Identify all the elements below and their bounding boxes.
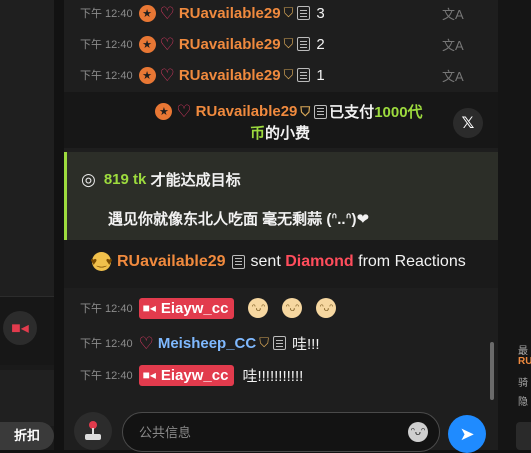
tip-amount-line2: 币 xyxy=(250,125,266,142)
message-time: 下午 12:40 xyxy=(80,338,133,350)
document-icon xyxy=(272,336,286,350)
chat-message: 下午 12:40 ★ ♡ RUavailable29 ⛉ 2 xyxy=(80,31,325,57)
goal-card: ◎ 819 tk 才能达成目标 遇见你就像东北人吃面 毫无剩蒜 (ᐢ..ᐢ)❤ xyxy=(64,152,498,240)
shield-icon: ⛉ xyxy=(300,103,311,119)
tip-username[interactable]: RUavailable29 xyxy=(196,103,298,120)
message-time: 下午 12:40 xyxy=(80,39,133,51)
message-text: 哇!!! xyxy=(291,335,320,353)
star-icon: ★ xyxy=(138,4,156,22)
message-time: 下午 12:40 xyxy=(80,303,133,315)
message-time: 下午 12:40 xyxy=(80,370,133,382)
smile-emoji: ᵔᴗᵔ xyxy=(248,298,269,318)
chat-message: 下午 12:40 ■◂ Eiayw_cc ᵔᴗᵔ ᵔᴗᵔ ᵔᴗᵔ xyxy=(80,295,350,321)
gift-notification: ♥‿♥ RUavailable29 sent Diamond from Reac… xyxy=(64,240,498,288)
gift-sent: sent xyxy=(250,252,281,270)
diamond-icon: ♡ xyxy=(159,3,175,23)
goal-description: 遇见你就像东北人吃面 毫无剩蒜 (ᐢ..ᐢ)❤ xyxy=(108,211,370,228)
shield-icon: ⛉ xyxy=(259,335,269,350)
tip-amount: 1000代 xyxy=(374,104,423,121)
shield-icon: ⛉ xyxy=(283,5,294,20)
document-icon xyxy=(231,254,245,269)
chat-input[interactable] xyxy=(122,412,440,452)
shield-icon: ⛉ xyxy=(283,36,294,51)
left-panel-upper xyxy=(0,0,54,297)
joystick-button[interactable] xyxy=(74,412,112,450)
shield-icon: ⛉ xyxy=(283,67,294,82)
gift-username[interactable]: RUavailable29 xyxy=(117,253,226,271)
left-panel: ■◂ 折扣 xyxy=(0,0,54,450)
right-panel: 最 RU 骑 隐 xyxy=(498,0,531,450)
send-button[interactable]: ➤ xyxy=(448,415,486,453)
x-logo-icon[interactable]: 𝕏 xyxy=(453,108,483,138)
camera-icon: ■◂ xyxy=(11,320,29,337)
host-username-badge[interactable]: ■◂ Eiayw_cc xyxy=(138,364,235,386)
message-time: 下午 12:40 xyxy=(80,8,133,20)
goal-amount: 819 tk xyxy=(103,171,147,188)
tip-text-after: 的小费 xyxy=(265,125,311,142)
message-text: 1 xyxy=(316,66,325,84)
star-icon: ★ xyxy=(138,35,156,53)
gift-item: Diamond xyxy=(285,252,354,270)
left-panel-lower xyxy=(0,370,54,426)
chat-scrollbar[interactable] xyxy=(490,342,494,400)
translate-icon[interactable]: 文A xyxy=(442,4,464,23)
message-text: 2 xyxy=(316,35,325,53)
username[interactable]: Meisheep_CC xyxy=(158,335,256,352)
chat-message: 下午 12:40 ★ ♡ RUavailable29 ⛉ 1 xyxy=(80,62,325,88)
diamond-icon: ♡ xyxy=(159,34,175,54)
document-icon xyxy=(297,68,311,82)
chat-message: 下午 12:40 ♡ Meisheep_CC ⛉ 哇!!! xyxy=(80,330,320,356)
diamond-icon: ♡ xyxy=(159,65,175,85)
camera-button[interactable]: ■◂ xyxy=(3,311,37,345)
username[interactable]: RUavailable29 xyxy=(179,67,281,84)
right-panel-text: 最 xyxy=(518,346,528,357)
discount-button[interactable]: 折扣 xyxy=(0,422,54,450)
host-username-badge[interactable]: ■◂ Eiayw_cc xyxy=(138,297,235,319)
heart-eyes-emoji: ♥‿♥ xyxy=(91,252,112,271)
star-icon: ★ xyxy=(138,66,156,84)
joystick-icon xyxy=(85,421,101,440)
right-panel-text: 骑 xyxy=(518,378,528,389)
username[interactable]: RUavailable29 xyxy=(179,5,281,22)
send-icon: ➤ xyxy=(459,423,475,444)
message-text: 哇!!!!!!!!!!! xyxy=(242,367,304,385)
translate-icon[interactable]: 文A xyxy=(442,35,464,54)
right-panel-button[interactable] xyxy=(516,422,531,450)
username: Eiayw_cc xyxy=(160,299,229,317)
camera-icon: ■◂ xyxy=(142,368,156,382)
message-time: 下午 12:40 xyxy=(80,70,133,82)
target-icon: ◎ xyxy=(81,169,96,189)
tip-notification: ★ ♡ RUavailable29 ⛉ 已支付 1000代 币的小费 xyxy=(64,92,498,148)
document-icon xyxy=(297,6,311,20)
star-icon: ★ xyxy=(155,103,173,120)
username: Eiayw_cc xyxy=(160,366,229,384)
right-panel-text: 隐 xyxy=(518,397,528,408)
chat-panel: 下午 12:40 ★ ♡ RUavailable29 ⛉ 3 文A 下午 12:… xyxy=(64,0,498,453)
goal-text: 才能达成目标 xyxy=(150,172,241,189)
gift-from: from Reactions xyxy=(358,252,466,270)
right-panel-username: RU xyxy=(518,356,531,367)
emoji-icon[interactable]: ᵔᴗᵔ xyxy=(408,422,428,442)
chat-input-bar: ᵔᴗᵔ ➤ xyxy=(64,402,498,453)
message-text: 3 xyxy=(316,4,325,22)
camera-icon: ■◂ xyxy=(142,301,156,315)
document-icon xyxy=(297,37,311,51)
tip-text-before: 已支付 xyxy=(329,104,375,121)
smile-emoji: ᵔᴗᵔ xyxy=(282,298,303,318)
username[interactable]: RUavailable29 xyxy=(179,36,281,53)
translate-icon[interactable]: 文A xyxy=(442,66,464,85)
smile-emoji: ᵔᴗᵔ xyxy=(316,298,337,318)
document-icon xyxy=(314,104,328,119)
diamond-icon: ♡ xyxy=(138,333,154,353)
diamond-icon: ♡ xyxy=(176,102,192,121)
chat-message: 下午 12:40 ★ ♡ RUavailable29 ⛉ 3 xyxy=(80,0,325,26)
chat-message: 下午 12:40 ■◂ Eiayw_cc 哇!!!!!!!!!!! xyxy=(80,362,303,388)
